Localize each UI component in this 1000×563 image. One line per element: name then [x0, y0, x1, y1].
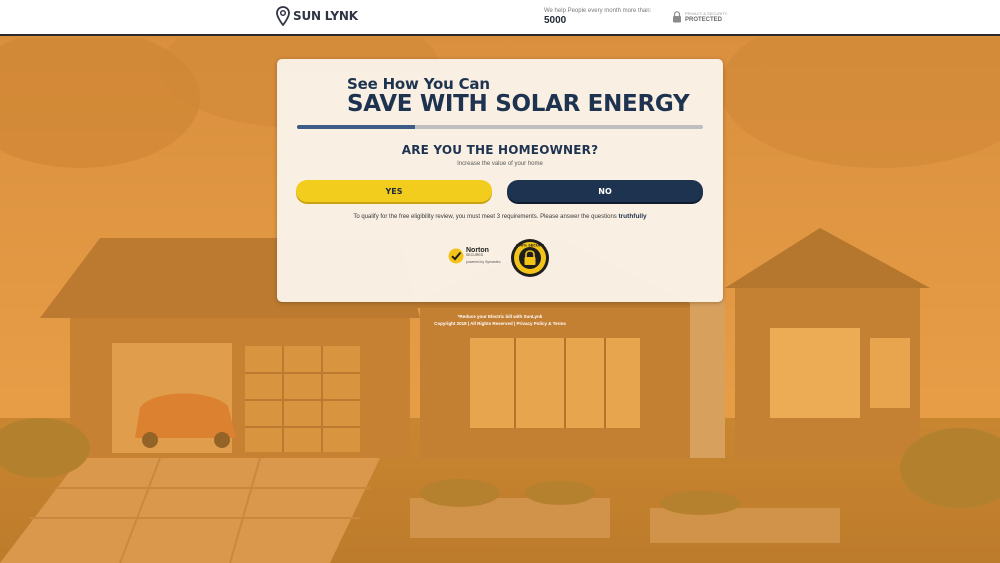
footer-tagline: *Reduce your Electric bill with SunLynk	[457, 314, 543, 319]
footer-copyright[interactable]: Copyright 2018 | All Rights Reserved | P…	[0, 320, 1000, 327]
question-subtitle: Increase the value of your home	[457, 161, 543, 167]
headline-big: SAVE WITH SOLAR ENERGY	[347, 91, 690, 117]
norton-badge: Norton SECURED powered by Symantec	[448, 247, 501, 264]
norton-powered: powered by Symantec	[466, 259, 501, 264]
headline: See How You Can SAVE WITH SOLAR ENERGY	[347, 75, 690, 117]
map-pin-icon	[276, 6, 290, 26]
brand-logo[interactable]: SUN LYNK	[276, 6, 358, 26]
qualify-text: To qualify for the free eligibility revi…	[277, 213, 723, 220]
privacy-badge: PRIVACY & SECURITY PROTECTED	[672, 11, 727, 23]
norton-sub: SECURED	[466, 253, 484, 257]
checkmark-icon	[448, 248, 464, 263]
qualify-emphasis: truthfully	[618, 213, 647, 220]
question-title: ARE YOU THE HOMEOWNER?	[401, 143, 599, 157]
seal-text: 100% SECURE	[516, 244, 545, 248]
qualify-body: To qualify for the free eligibility revi…	[353, 214, 617, 220]
yes-button[interactable]: YES	[296, 180, 492, 202]
lock-seal-icon: 100% SECURE	[511, 239, 549, 277]
lock-icon	[673, 11, 681, 23]
privacy-line-1: PRIVACY & SECURITY	[685, 10, 728, 16]
top-header: SUN LYNK We help People every month more…	[0, 0, 1000, 36]
survey-card: See How You Can SAVE WITH SOLAR ENERGY A…	[277, 59, 723, 302]
no-button[interactable]: NO	[507, 180, 703, 202]
help-counter: We help People every month more than: 50…	[544, 8, 651, 26]
help-count: 5000	[544, 15, 567, 26]
privacy-line-2: PROTECTED	[685, 16, 723, 23]
progress-bar-fill	[297, 125, 415, 129]
footer: *Reduce your Electric bill with SunLynk …	[0, 313, 1000, 327]
progress-bar	[297, 125, 703, 129]
brand-name: SUN LYNK	[293, 9, 358, 23]
help-label: We help People every month more than:	[544, 8, 652, 14]
